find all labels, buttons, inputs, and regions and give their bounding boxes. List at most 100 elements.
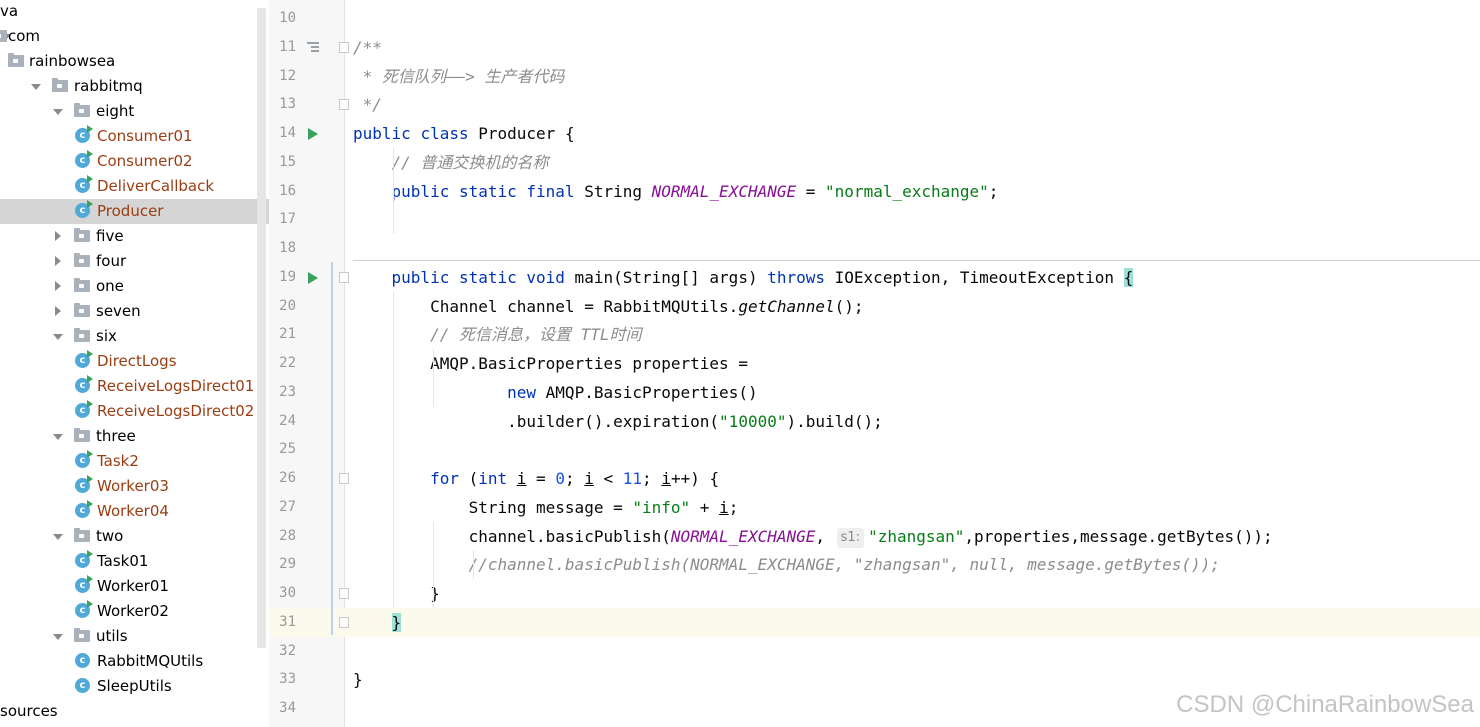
line-number: 20 <box>279 297 296 314</box>
tree-item-rabbitmqutils[interactable]: c RabbitMQUtils <box>0 649 269 674</box>
package-folder-icon <box>74 528 90 542</box>
fold-icon[interactable] <box>339 99 349 111</box>
tree-item-label: seven <box>96 302 141 320</box>
code-line[interactable]: 32 <box>269 637 1480 666</box>
chevron-down-icon[interactable] <box>52 424 64 449</box>
tree-item-one[interactable]: one <box>0 274 269 299</box>
tree-item-va[interactable]: va <box>0 0 269 24</box>
package-folder-icon <box>74 628 90 642</box>
chevron-down-icon[interactable] <box>52 624 64 649</box>
chevron-down-icon[interactable] <box>52 524 64 549</box>
tree-item-five[interactable]: five <box>0 224 269 249</box>
javadoc-toggle-icon[interactable] <box>307 41 323 54</box>
tree-item-receivelogsdirect02[interactable]: c ReceiveLogsDirect02 <box>0 399 269 424</box>
line-number: 22 <box>279 355 296 371</box>
code-text: // 死信消息，设置 TTL时间 <box>430 325 642 345</box>
tree-item-rabbitmq[interactable]: rabbitmq <box>0 74 269 99</box>
code-text: */ <box>353 95 382 115</box>
chevron-down-icon[interactable] <box>52 324 64 349</box>
project-tree[interactable]: va com rainbowsea rabbitmq eight c Consumer01 c… <box>0 0 269 727</box>
code-editor[interactable]: 10 11/** 12 * 死信队列——> 生产者代码 13 */14 public c… <box>269 0 1480 727</box>
package-folder-icon <box>74 303 90 317</box>
fold-icon[interactable] <box>339 271 349 283</box>
tree-item-consumer01[interactable]: c Consumer01 <box>0 124 269 149</box>
tree-scrollbar[interactable] <box>257 8 266 648</box>
tree-item-consumer02[interactable]: c Consumer02 <box>0 149 269 174</box>
tree-item-sources[interactable]: sources <box>0 699 269 724</box>
tree-item-eight[interactable]: eight <box>0 99 269 124</box>
line-number: 30 <box>279 585 296 601</box>
tree-item-label: Consumer01 <box>97 127 193 145</box>
code-line[interactable]: 23 new AMQP.BasicProperties() <box>269 378 1480 407</box>
code-line[interactable]: 28 channel.basicPublish(NORMAL_EXCHANGE,… <box>269 522 1480 551</box>
code-line[interactable]: 21 // 死信消息，设置 TTL时间 <box>269 320 1480 349</box>
line-number: 32 <box>279 642 296 659</box>
chevron-right-icon[interactable] <box>52 299 64 324</box>
code-line[interactable]: 17 <box>269 205 1480 234</box>
tree-item-utils[interactable]: utils <box>0 624 269 649</box>
tree-item-task01[interactable]: c Task01 <box>0 549 269 574</box>
code-line[interactable]: 16 public static final String NORMAL_EXC… <box>269 177 1480 206</box>
tree-item-worker04[interactable]: c Worker04 <box>0 499 269 524</box>
code-line[interactable]: 25 <box>269 435 1480 464</box>
tree-item-four[interactable]: four <box>0 249 269 274</box>
tree-item-six[interactable]: six <box>0 324 269 349</box>
run-icon[interactable] <box>308 271 318 284</box>
tree-item-label: com <box>8 27 41 45</box>
fold-icon[interactable] <box>339 588 349 599</box>
tree-item-worker02[interactable]: c Worker02 <box>0 599 269 624</box>
tree-item-directlogs[interactable]: c DirectLogs <box>0 349 269 374</box>
chevron-down-icon[interactable] <box>30 74 42 99</box>
code-line[interactable]: 22 AMQP.BasicProperties properties = <box>269 349 1480 378</box>
chevron-right-icon[interactable] <box>52 274 64 299</box>
tree-item-sleeputils[interactable]: c SleepUtils <box>0 674 269 699</box>
line-number: 29 <box>279 556 296 573</box>
code-line[interactable]: 24 .builder().expiration("10000").build(… <box>269 407 1480 436</box>
code-text: for (int i = 0; i < 11; i++) { <box>430 469 720 488</box>
tree-item-delivercallback[interactable]: c DeliverCallback <box>0 174 269 199</box>
tree-item-seven[interactable]: seven <box>0 299 269 324</box>
chevron-right-icon[interactable] <box>52 249 64 274</box>
tree-item-task2[interactable]: c Task2 <box>0 449 269 474</box>
code-line[interactable]: 33} <box>269 665 1480 694</box>
code-line[interactable]: 18 <box>269 234 1480 263</box>
code-line[interactable]: 27 String message = "info" + i; <box>269 493 1480 522</box>
code-line[interactable]: 29 //channel.basicPublish(NORMAL_EXCHANG… <box>269 550 1480 579</box>
tree-item-label: five <box>96 227 124 245</box>
tree-item-com[interactable]: com <box>0 24 269 49</box>
code-line[interactable]: 12 * 死信队列——> 生产者代码 <box>269 62 1480 91</box>
run-icon[interactable] <box>308 128 318 140</box>
code-line[interactable]: 20 Channel channel = RabbitMQUtils.getCh… <box>269 292 1480 321</box>
code-line[interactable]: 26 for (int i = 0; i < 11; i++) { <box>269 464 1480 493</box>
line-number: 18 <box>279 240 296 256</box>
fold-icon[interactable] <box>339 616 349 628</box>
tree-item-two[interactable]: two <box>0 524 269 549</box>
code-line[interactable]: 19 public static void main(String[] args… <box>269 263 1480 292</box>
code-line[interactable]: 13 */ <box>269 90 1480 119</box>
chevron-down-icon[interactable] <box>52 99 64 124</box>
java-class-icon: c <box>75 150 93 168</box>
code-line[interactable]: 11 /** <box>269 33 1480 62</box>
chevron-right-icon[interactable] <box>52 224 64 249</box>
code-line[interactable]: 30 } <box>269 579 1480 608</box>
code-line[interactable]: 31 } <box>269 607 1480 637</box>
tree-item-three[interactable]: three <box>0 424 269 449</box>
tree-item-rainbowsea[interactable]: rainbowsea <box>0 49 269 74</box>
package-folder-icon <box>74 103 90 117</box>
tree-item-label: sources <box>0 702 58 720</box>
line-number: 27 <box>279 498 296 515</box>
fold-icon[interactable] <box>339 41 349 53</box>
code-text: // 普通交换机的名称 <box>391 152 549 172</box>
code-line[interactable]: 10 <box>269 4 1480 33</box>
code-line[interactable]: 15 // 普通交换机的名称 <box>269 148 1480 177</box>
tree-item-worker01[interactable]: c Worker01 <box>0 574 269 599</box>
tree-item-producer[interactable]: c Producer <box>0 199 269 224</box>
tree-item-receivelogsdirect01[interactable]: c ReceiveLogsDirect01 <box>0 374 269 399</box>
line-number: 34 <box>279 700 296 716</box>
package-folder-icon <box>74 428 90 442</box>
fold-icon[interactable] <box>339 473 349 484</box>
indent-guide <box>473 550 474 579</box>
code-line[interactable]: 14 public class Producer { <box>269 119 1480 148</box>
java-class-icon: c <box>75 125 93 143</box>
tree-item-worker03[interactable]: c Worker03 <box>0 474 269 499</box>
